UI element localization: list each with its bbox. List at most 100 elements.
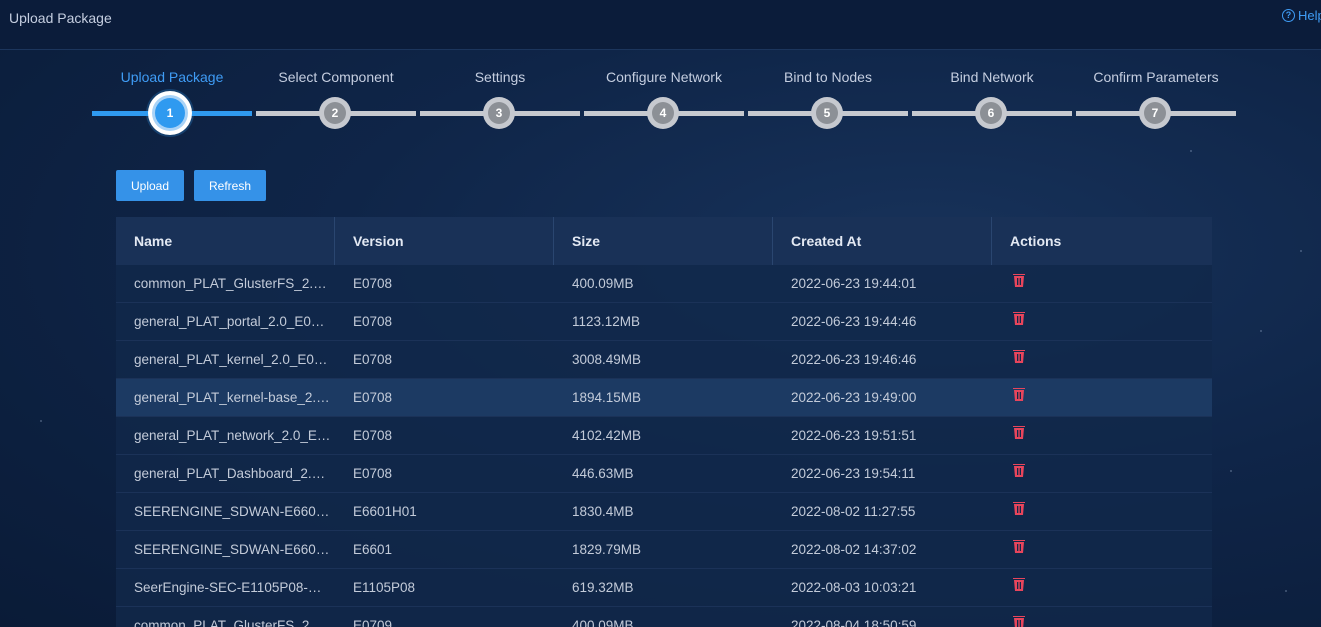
help-link[interactable]: ? Help <box>1282 8 1321 23</box>
cell-created-at: 2022-08-02 14:37:02 <box>791 542 917 557</box>
trash-icon[interactable] <box>1012 502 1026 515</box>
wizard-step-label: Bind to Nodes <box>784 69 872 85</box>
cell-version: E0709 <box>353 618 393 627</box>
wizard-step-label: Upload Package <box>120 69 224 85</box>
upload-button[interactable]: Upload <box>116 170 184 201</box>
cell-created-at: 2022-06-23 19:49:00 <box>791 390 917 405</box>
table-header: Name Version Size Created At Actions <box>116 217 1212 265</box>
cell-name: general_PLAT_Dashboard_2.0_E0708.zip <box>134 466 335 481</box>
cell-name: general_PLAT_kernel-base_2.0_E0708.zip <box>134 390 335 405</box>
table-row[interactable]: general_PLAT_Dashboard_2.0_E0708.zip E070… <box>116 455 1212 493</box>
wizard-step-4[interactable]: Configure Network 4 <box>584 60 744 140</box>
cell-size: 1123.12MB <box>572 314 641 329</box>
cell-actions <box>992 350 1212 369</box>
table-row[interactable]: general_PLAT_network_2.0_E0708.zip E0708 4… <box>116 417 1212 455</box>
trash-icon[interactable] <box>1012 464 1026 477</box>
wizard-step-2[interactable]: Select Component 2 <box>256 60 416 140</box>
cell-version: E1105P08 <box>353 580 416 595</box>
trash-icon[interactable] <box>1012 274 1026 287</box>
table-row[interactable]: general_PLAT_kernel-base_2.0_E0708.zip E0… <box>116 379 1212 417</box>
wizard-step-label: Bind Network <box>950 69 1034 85</box>
wizard-step-number: 2 <box>324 102 346 124</box>
cell-version: E6601H01 <box>353 504 417 519</box>
table-row[interactable]: SEERENGINE_SDWAN-E6601.zip E6601 1829.79MB… <box>116 531 1212 569</box>
question-icon: ? <box>1282 9 1295 22</box>
wizard-step-label: Select Component <box>278 69 394 85</box>
wizard-step-number: 3 <box>488 102 510 124</box>
cell-name: general_PLAT_portal_2.0_E0708.zip <box>134 314 335 329</box>
page-title: Upload Package <box>9 10 112 26</box>
wizard-step-6[interactable]: Bind Network 6 <box>912 60 1072 140</box>
wizard-step-5[interactable]: Bind to Nodes 5 <box>748 60 908 140</box>
trash-icon[interactable] <box>1012 616 1026 627</box>
cell-actions <box>992 540 1212 559</box>
column-header-actions: Actions <box>1010 233 1062 249</box>
cell-name: SeerEngine-SEC-E1105P08-MATRIX.zip <box>134 580 335 595</box>
package-table: Name Version Size Created At Actions com… <box>116 217 1212 627</box>
cell-version: E0708 <box>353 276 393 291</box>
column-header-version[interactable]: Version <box>335 217 554 265</box>
cell-size: 4102.42MB <box>572 428 642 443</box>
cell-actions <box>992 388 1212 407</box>
trash-icon[interactable] <box>1012 540 1026 553</box>
cell-name: general_PLAT_network_2.0_E0708.zip <box>134 428 335 443</box>
cell-actions <box>992 502 1212 521</box>
cell-version: E0708 <box>353 352 393 367</box>
cell-created-at: 2022-06-23 19:46:46 <box>791 352 917 367</box>
cell-size: 3008.49MB <box>572 352 642 367</box>
table-row[interactable]: general_PLAT_portal_2.0_E0708.zip E0708 11… <box>116 303 1212 341</box>
wizard-step-number: 5 <box>816 102 838 124</box>
column-header-created-at[interactable]: Created At <box>773 217 992 265</box>
cell-actions <box>992 312 1212 331</box>
trash-icon[interactable] <box>1012 426 1026 439</box>
table-body: common_PLAT_GlusterFS_2.0_E0708.zip E0708… <box>116 265 1212 627</box>
cell-actions <box>992 578 1212 597</box>
wizard-step-7[interactable]: Confirm Parameters 7 <box>1076 60 1236 140</box>
wizard-steps: Upload Package 1 Select Component 2 Settings… <box>92 60 1236 140</box>
cell-size: 400.09MB <box>572 618 634 627</box>
cell-name: common_PLAT_GlusterFS_2.0_E0708.zip <box>134 276 335 291</box>
wizard-step-number: 7 <box>1144 102 1166 124</box>
cell-size: 1894.15MB <box>572 390 642 405</box>
cell-name: common_PLAT_GlusterFS_2.0_E0709.zip <box>134 618 335 627</box>
wizard-step-circle: 6 <box>975 97 1007 129</box>
column-header-name[interactable]: Name <box>116 217 335 265</box>
cell-created-at: 2022-06-23 19:51:51 <box>791 428 917 443</box>
cell-name: general_PLAT_kernel_2.0_E0708.zip <box>134 352 335 367</box>
cell-size: 400.09MB <box>572 276 634 291</box>
trash-icon[interactable] <box>1012 388 1026 401</box>
cell-created-at: 2022-08-03 10:03:21 <box>791 580 917 595</box>
cell-actions <box>992 616 1212 627</box>
cell-actions <box>992 464 1212 483</box>
cell-version: E0708 <box>353 428 393 443</box>
cell-size: 1830.4MB <box>572 504 634 519</box>
trash-icon[interactable] <box>1012 578 1026 591</box>
wizard-step-1[interactable]: Upload Package 1 <box>92 60 252 140</box>
table-row[interactable]: general_PLAT_kernel_2.0_E0708.zip E0708 30… <box>116 341 1212 379</box>
wizard-step-number: 4 <box>652 102 674 124</box>
cell-name: SEERENGINE_SDWAN-E6601.zip <box>134 542 335 557</box>
table-row[interactable]: SeerEngine-SEC-E1105P08-MATRIX.zip E1105P… <box>116 569 1212 607</box>
help-label: Help <box>1298 8 1321 23</box>
cell-actions <box>992 274 1212 293</box>
table-row[interactable]: SEERENGINE_SDWAN-E6601H01.zip E6601H01 183… <box>116 493 1212 531</box>
refresh-button[interactable]: Refresh <box>194 170 266 201</box>
column-header-size[interactable]: Size <box>554 217 773 265</box>
cell-size: 446.63MB <box>572 466 634 481</box>
cell-created-at: 2022-08-04 18:50:59 <box>791 618 917 627</box>
cell-version: E6601 <box>353 542 393 557</box>
trash-icon[interactable] <box>1012 312 1026 325</box>
wizard-step-circle: 4 <box>647 97 679 129</box>
wizard-step-3[interactable]: Settings 3 <box>420 60 580 140</box>
wizard-step-label: Settings <box>474 69 526 85</box>
wizard-step-label: Configure Network <box>606 69 722 85</box>
trash-icon[interactable] <box>1012 350 1026 363</box>
cell-version: E0708 <box>353 314 393 329</box>
wizard-step-circle: 1 <box>148 91 192 135</box>
table-row[interactable]: common_PLAT_GlusterFS_2.0_E0708.zip E0708… <box>116 265 1212 303</box>
cell-version: E0708 <box>353 466 393 481</box>
cell-size: 619.32MB <box>572 580 634 595</box>
cell-version: E0708 <box>353 390 393 405</box>
cell-name: SEERENGINE_SDWAN-E6601H01.zip <box>134 504 335 519</box>
table-row[interactable]: common_PLAT_GlusterFS_2.0_E0709.zip E0709… <box>116 607 1212 627</box>
